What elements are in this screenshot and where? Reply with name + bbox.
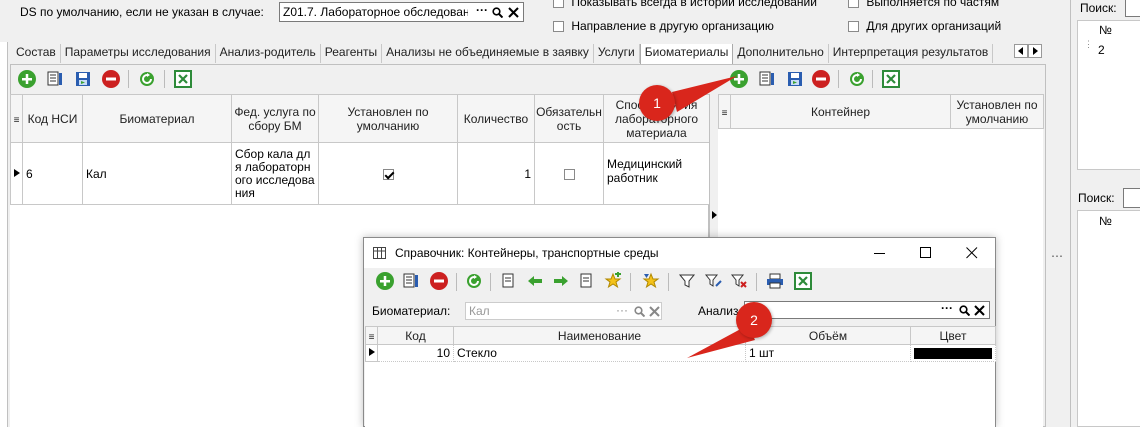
callout-arrows (672, 76, 755, 358)
callout-1-badge: 1 (639, 85, 675, 121)
callout-2-number: 2 (750, 312, 758, 328)
callout-2-badge: 2 (736, 302, 772, 338)
callout-1-number: 1 (653, 95, 661, 111)
callout-1-arrow (672, 76, 737, 112)
